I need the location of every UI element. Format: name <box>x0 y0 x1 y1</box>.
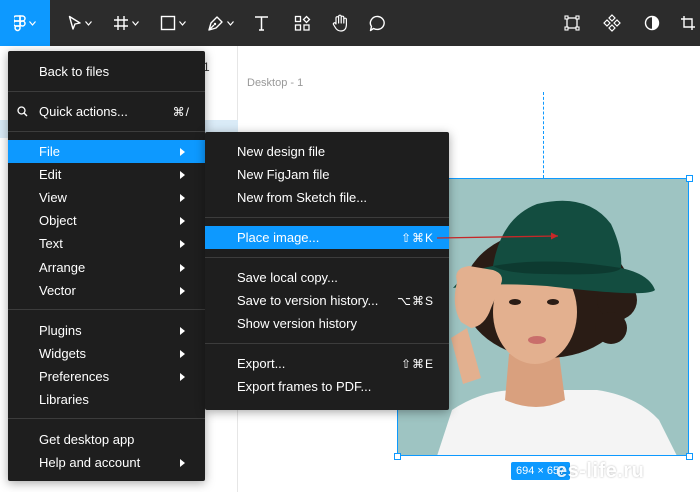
annotation-arrow <box>436 232 559 240</box>
